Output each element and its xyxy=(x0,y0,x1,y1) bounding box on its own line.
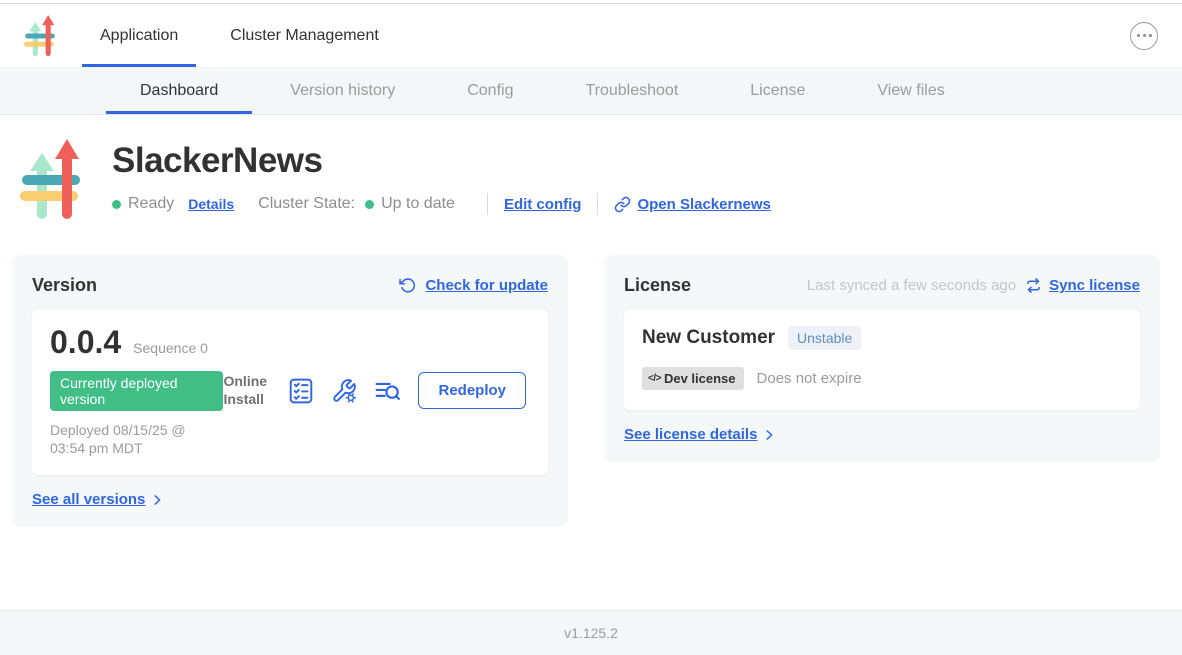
code-icon: </> xyxy=(648,373,661,384)
license-card: License Last synced a few seconds ago Sy… xyxy=(604,255,1160,462)
dashboard-main: SlackerNews Ready Details Cluster State:… xyxy=(0,115,1182,610)
see-license-details-link[interactable]: See license details xyxy=(624,426,776,443)
sync-license-link[interactable]: Sync license xyxy=(1025,277,1140,294)
version-number: 0.0.4 xyxy=(50,324,121,361)
check-for-update-link[interactable]: Check for update xyxy=(399,277,548,294)
chevron-right-icon xyxy=(150,493,164,507)
see-all-versions-label: See all versions xyxy=(32,491,145,508)
version-card: Version Check for update 0.0.4 Sequence … xyxy=(12,255,568,527)
redeploy-button[interactable]: Redeploy xyxy=(418,372,526,409)
install-type-label: Online Install xyxy=(223,373,271,408)
edit-config-link[interactable]: Edit config xyxy=(504,196,582,213)
cluster-state-label: Cluster State: xyxy=(258,195,355,213)
sequence-label: Sequence 0 xyxy=(133,340,208,356)
check-for-update-label: Check for update xyxy=(425,277,548,294)
slackernews-app-icon xyxy=(20,139,86,221)
open-slackernews-link[interactable]: Open Slackernews xyxy=(614,196,770,213)
app-status-dot xyxy=(112,200,121,209)
app-status-row: Ready Details Cluster State: Up to date … xyxy=(112,193,771,215)
external-link-icon xyxy=(614,196,631,213)
version-card-title: Version xyxy=(32,275,97,296)
customer-name: New Customer xyxy=(642,327,775,349)
page-title: SlackerNews xyxy=(112,141,771,181)
app-header: SlackerNews Ready Details Cluster State:… xyxy=(0,115,1182,221)
top-nav: Application Cluster Management xyxy=(0,4,1182,67)
license-type-badge: </> Dev license xyxy=(642,367,744,390)
sync-icon xyxy=(1025,277,1042,294)
license-type-label: Dev license xyxy=(664,371,736,386)
lines-magnifier-icon xyxy=(374,378,401,404)
subtab-dashboard[interactable]: Dashboard xyxy=(104,67,254,114)
refresh-icon xyxy=(399,277,416,294)
subtab-license[interactable]: License xyxy=(714,67,841,114)
chevron-right-icon xyxy=(762,428,776,442)
preflight-checks-button[interactable] xyxy=(288,378,314,404)
last-synced-label: Last synced a few seconds ago xyxy=(807,277,1016,294)
license-expiration: Does not expire xyxy=(757,370,862,387)
ellipsis-icon xyxy=(1137,34,1140,37)
subtab-troubleshoot[interactable]: Troubleshoot xyxy=(549,67,714,114)
slackernews-logo-icon xyxy=(24,15,58,57)
cluster-state-value: Up to date xyxy=(381,195,455,213)
divider xyxy=(487,193,488,215)
deployed-status-badge: Currently deployed version xyxy=(50,371,223,411)
current-version-panel: 0.0.4 Sequence 0 Currently deployed vers… xyxy=(32,310,548,475)
license-card-title: License xyxy=(624,275,691,296)
subtab-view-files[interactable]: View files xyxy=(841,67,980,114)
see-all-versions-link[interactable]: See all versions xyxy=(32,491,164,508)
subtab-version-history[interactable]: Version history xyxy=(254,67,431,114)
cluster-state-dot xyxy=(365,200,374,209)
checklist-icon xyxy=(288,378,314,404)
view-diff-button[interactable] xyxy=(374,378,401,404)
overflow-menu-button[interactable] xyxy=(1130,22,1158,50)
sync-license-label: Sync license xyxy=(1049,277,1140,294)
channel-badge: Unstable xyxy=(788,326,861,350)
tab-application[interactable]: Application xyxy=(100,4,178,67)
version-actions: Online Install xyxy=(223,372,530,409)
view-config-button[interactable] xyxy=(331,378,357,404)
app-logo[interactable] xyxy=(24,4,58,67)
subtab-config[interactable]: Config xyxy=(431,67,549,114)
status-details-link[interactable]: Details xyxy=(188,196,234,212)
dashboard-cards: Version Check for update 0.0.4 Sequence … xyxy=(12,255,1160,527)
tab-cluster-management[interactable]: Cluster Management xyxy=(230,4,379,67)
wrench-gear-icon xyxy=(331,378,357,404)
app-status-label: Ready xyxy=(128,195,174,213)
divider xyxy=(597,193,598,215)
console-version: v1.125.2 xyxy=(564,625,618,641)
see-license-details-label: See license details xyxy=(624,426,757,443)
deployed-timestamp: Deployed 08/15/25 @ 03:54 pm MDT xyxy=(50,421,223,457)
app-sub-nav: Dashboard Version history Config Trouble… xyxy=(0,67,1182,115)
license-panel: New Customer Unstable </> Dev license Do… xyxy=(624,310,1140,410)
footer: v1.125.2 xyxy=(0,610,1182,655)
open-slackernews-label: Open Slackernews xyxy=(637,196,770,213)
